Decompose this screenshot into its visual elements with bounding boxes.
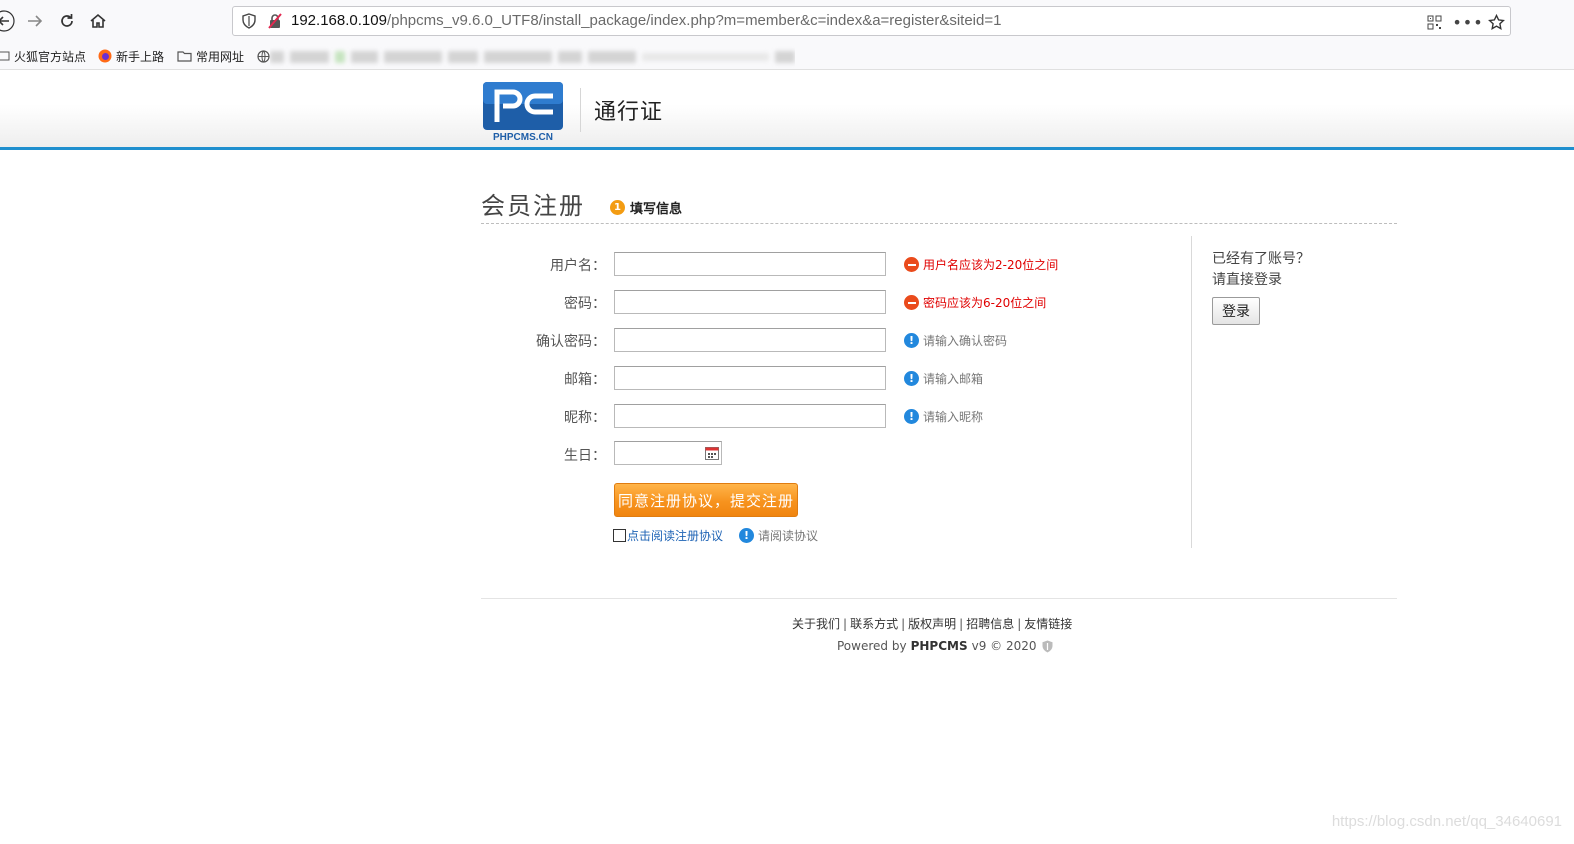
- agreement-row: 点击阅读注册协议: [613, 527, 723, 544]
- powered-prefix: Powered by: [837, 639, 907, 653]
- email-label: 邮箱：: [564, 372, 606, 388]
- read-agreement-link[interactable]: 点击阅读注册协议: [627, 527, 723, 544]
- email-tip: ! 请输入邮箱: [904, 370, 983, 387]
- firefox-icon: [98, 49, 112, 63]
- logo-text: PHPCMS.CN: [493, 132, 553, 142]
- reload-button[interactable]: [54, 8, 80, 34]
- browser-toolbar: 192.168.0.109/phpcms_v9.6.0_UTF8/install…: [0, 0, 1574, 42]
- calendar-icon[interactable]: [705, 446, 719, 460]
- error-minus-icon: [904, 295, 919, 310]
- nickname-label: 昵称：: [564, 410, 606, 426]
- info-exclamation-icon: !: [904, 371, 919, 386]
- username-tip: 用户名应该为2-20位之间: [904, 256, 1058, 273]
- info-exclamation-icon: !: [904, 333, 919, 348]
- forward-arrow-icon: [28, 15, 43, 27]
- footer-link-contact[interactable]: 联系方式: [850, 617, 898, 631]
- login-button[interactable]: 登录: [1212, 297, 1260, 325]
- password-input[interactable]: [614, 290, 886, 314]
- footer-link-friends[interactable]: 友情链接: [1024, 617, 1072, 631]
- home-icon: [90, 13, 106, 28]
- page-actions-button[interactable]: •••: [1452, 11, 1482, 33]
- bookmark-star-button[interactable]: [1485, 11, 1507, 33]
- nickname-input[interactable]: [614, 404, 886, 428]
- bookmark-firefox-site[interactable]: 火狐官方站点: [0, 47, 86, 65]
- confirm-password-tip-text: 请输入确认密码: [923, 334, 1008, 348]
- sidebar-divider: [1191, 236, 1192, 548]
- insecure-lock-icon[interactable]: [267, 13, 283, 29]
- info-exclamation-icon: !: [904, 409, 919, 424]
- qr-code-icon: [1427, 15, 1441, 29]
- footer-divider: [481, 598, 1397, 599]
- blurred-bookmarks: [270, 46, 795, 68]
- home-button[interactable]: [85, 8, 111, 34]
- footer-link-jobs[interactable]: 招聘信息: [966, 617, 1014, 631]
- url-text[interactable]: 192.168.0.109/phpcms_v9.6.0_UTF8/install…: [291, 12, 1001, 30]
- confirm-password-input[interactable]: [614, 328, 886, 352]
- link-separator: |: [901, 617, 906, 631]
- shield-icon[interactable]: [241, 13, 257, 29]
- star-icon: [1487, 13, 1505, 30]
- username-label: 用户名：: [550, 258, 606, 274]
- powered-brand: PHPCMS: [910, 639, 968, 653]
- url-path: /phpcms_v9.6.0_UTF8/install_package/inde…: [386, 12, 1002, 29]
- email-input[interactable]: [614, 366, 886, 390]
- page-title: 会员注册: [481, 192, 585, 220]
- bookmark-folder-common[interactable]: 常用网址: [177, 47, 244, 65]
- bookmark-label: 火狐官方站点: [14, 49, 87, 64]
- url-bar[interactable]: 192.168.0.109/phpcms_v9.6.0_UTF8/install…: [232, 6, 1511, 36]
- confirm-password-tip: ! 请输入确认密码: [904, 332, 1007, 349]
- submit-register-button[interactable]: 同意注册协议，提交注册: [614, 483, 798, 517]
- step-label: 填写信息: [630, 202, 683, 217]
- agreement-tip: ! 请阅读协议: [739, 527, 818, 544]
- bookmark-getting-started[interactable]: 新手上路: [98, 47, 164, 65]
- footer-links: 关于我们 | 联系方式 | 版权声明 | 招聘信息 | 友情链接: [792, 615, 1072, 632]
- footer-link-copyright[interactable]: 版权声明: [908, 617, 956, 631]
- email-tip-text: 请输入邮箱: [923, 372, 984, 386]
- qr-code-button[interactable]: [1423, 11, 1445, 33]
- title-divider: [481, 223, 1397, 224]
- username-tip-text: 用户名应该为2-20位之间: [923, 258, 1059, 272]
- step-number-badge: 1: [610, 200, 625, 215]
- agreement-tip-text: 请阅读协议: [758, 529, 819, 543]
- password-label: 密码：: [564, 296, 606, 312]
- agreement-checkbox[interactable]: [613, 529, 626, 542]
- bookmark-label: 新手上路: [116, 49, 165, 64]
- bookmarks-bar: 火狐官方站点 新手上路 常用网址: [0, 42, 1574, 70]
- folder-icon: [177, 51, 192, 62]
- header-divider: [580, 88, 581, 132]
- link-separator: |: [843, 617, 848, 631]
- nickname-tip-text: 请输入昵称: [923, 410, 984, 424]
- csdn-watermark: https://blog.csdn.net/qq_34640691: [1331, 813, 1562, 830]
- login-hint-text: 请直接登录: [1212, 272, 1282, 288]
- birthday-label: 生日：: [564, 448, 606, 464]
- site-header: PHPCMS.CN 通行证: [0, 70, 1574, 150]
- link-separator: |: [959, 617, 964, 631]
- bookmark-label: 常用网址: [196, 49, 245, 64]
- confirm-password-label: 确认密码：: [536, 334, 606, 350]
- username-input[interactable]: [614, 252, 886, 276]
- nickname-tip: ! 请输入昵称: [904, 408, 983, 425]
- phpcms-logo[interactable]: PHPCMS.CN: [483, 82, 563, 142]
- header-title: 通行证: [594, 100, 664, 125]
- more-dots-icon: •••: [1452, 12, 1484, 32]
- reload-icon: [61, 14, 73, 27]
- security-shield-icon: [1042, 640, 1052, 652]
- forward-button[interactable]: [22, 8, 48, 34]
- step-indicator: 1 填写信息: [610, 198, 682, 217]
- have-account-text: 已经有了账号？: [1212, 251, 1310, 267]
- link-separator: |: [1017, 617, 1022, 631]
- error-minus-icon: [904, 257, 919, 272]
- powered-suffix: v9 © 2020: [971, 639, 1037, 653]
- url-host: 192.168.0.109: [291, 12, 387, 29]
- globe-icon: [257, 49, 270, 63]
- password-tip-text: 密码应该为6-20位之间: [923, 296, 1047, 310]
- page-icon: [0, 51, 10, 61]
- back-button[interactable]: [0, 8, 20, 34]
- info-exclamation-icon: !: [739, 528, 754, 543]
- back-arrow-icon: [0, 10, 15, 32]
- footer-link-about[interactable]: 关于我们: [792, 617, 840, 631]
- password-tip: 密码应该为6-20位之间: [904, 294, 1046, 311]
- powered-by: Powered by PHPCMS v9 © 2020: [837, 639, 1054, 653]
- birthday-input[interactable]: [614, 441, 722, 465]
